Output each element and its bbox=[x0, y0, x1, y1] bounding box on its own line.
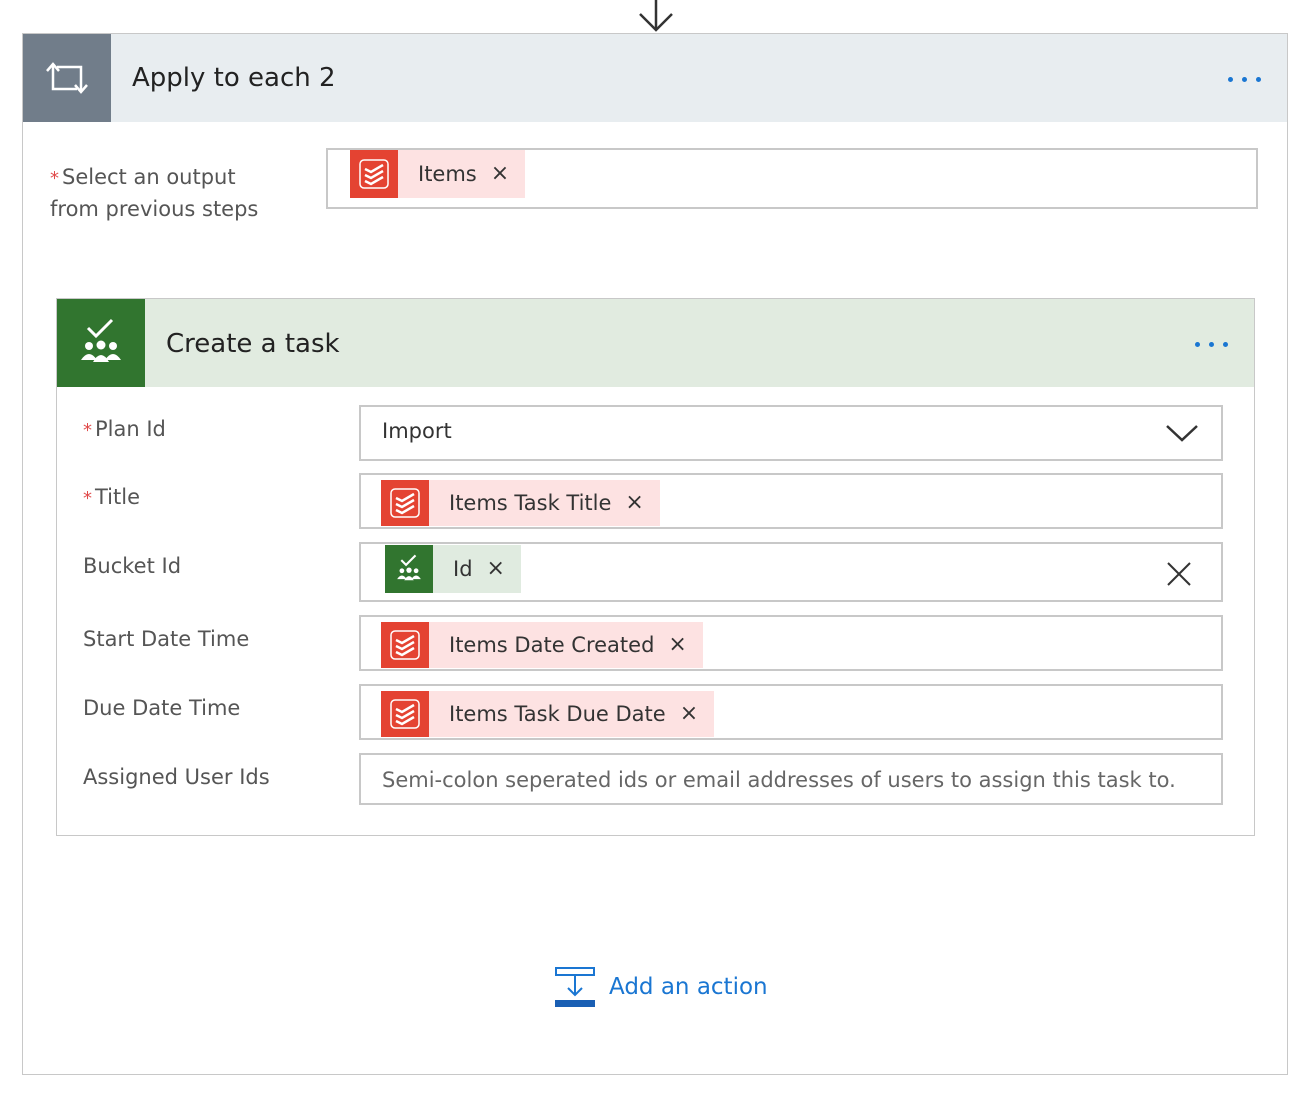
remove-token-icon[interactable]: × bbox=[680, 703, 698, 725]
create-task-header[interactable]: Create a task bbox=[57, 299, 1254, 387]
start-date-time-label: Start Date Time bbox=[83, 627, 250, 651]
plan-id-dropdown[interactable]: Import bbox=[359, 405, 1223, 461]
add-action-label: Add an action bbox=[609, 974, 768, 1000]
items-task-title-token[interactable]: Items Task Title × bbox=[381, 480, 660, 526]
todoist-icon bbox=[381, 691, 429, 737]
title-label: * Title bbox=[83, 485, 141, 509]
apply-to-each-title: Apply to each 2 bbox=[132, 63, 336, 93]
assigned-user-ids-input[interactable]: Semi-colon seperated ids or email addres… bbox=[359, 753, 1223, 805]
todoist-icon bbox=[381, 622, 429, 668]
apply-to-each-header[interactable]: Apply to each 2 bbox=[23, 34, 1287, 122]
items-task-due-date-token[interactable]: Items Task Due Date × bbox=[381, 691, 715, 737]
assigned-user-ids-placeholder: Semi-colon seperated ids or email addres… bbox=[382, 768, 1176, 792]
remove-token-icon[interactable]: × bbox=[487, 558, 505, 580]
bucket-id-label: Bucket Id bbox=[83, 554, 182, 578]
assigned-user-ids-label: Assigned User Ids bbox=[83, 765, 270, 789]
more-dots-icon[interactable] bbox=[1195, 342, 1228, 347]
title-input[interactable]: Items Task Title × bbox=[359, 473, 1223, 529]
arrow-down-icon bbox=[639, 0, 673, 32]
todoist-icon bbox=[350, 150, 398, 198]
due-date-time-label: Due Date Time bbox=[83, 696, 241, 720]
plan-id-label: * Plan Id bbox=[83, 417, 166, 441]
bucket-id-input[interactable]: Id × bbox=[359, 542, 1223, 602]
add-action-button[interactable]: Add an action bbox=[553, 965, 768, 1009]
add-action-icon bbox=[555, 967, 595, 1007]
select-output-label: * Select an output from previous steps bbox=[50, 165, 259, 221]
items-token[interactable]: Items × bbox=[350, 150, 526, 198]
select-output-input[interactable]: Items × bbox=[326, 148, 1258, 209]
items-date-created-token[interactable]: Items Date Created × bbox=[381, 622, 703, 668]
remove-token-icon[interactable]: × bbox=[625, 492, 643, 514]
clear-icon[interactable] bbox=[1165, 560, 1193, 588]
create-task-title: Create a task bbox=[166, 329, 340, 359]
start-date-time-input[interactable]: Items Date Created × bbox=[359, 615, 1223, 671]
chevron-down-icon[interactable] bbox=[1165, 421, 1199, 445]
todoist-icon bbox=[381, 480, 429, 526]
id-token[interactable]: Id × bbox=[385, 545, 521, 593]
create-task-card: Create a task * Plan Id Import * Title Ite… bbox=[56, 298, 1255, 836]
loop-icon bbox=[23, 34, 111, 122]
apply-to-each-card: Apply to each 2 * Select an output from p… bbox=[22, 33, 1288, 1075]
planner-icon bbox=[57, 299, 145, 387]
remove-token-icon[interactable]: × bbox=[668, 634, 686, 656]
planner-icon bbox=[385, 545, 433, 593]
due-date-time-input[interactable]: Items Task Due Date × bbox=[359, 684, 1223, 740]
more-dots-icon[interactable] bbox=[1228, 77, 1261, 82]
remove-token-icon[interactable]: × bbox=[491, 163, 509, 185]
